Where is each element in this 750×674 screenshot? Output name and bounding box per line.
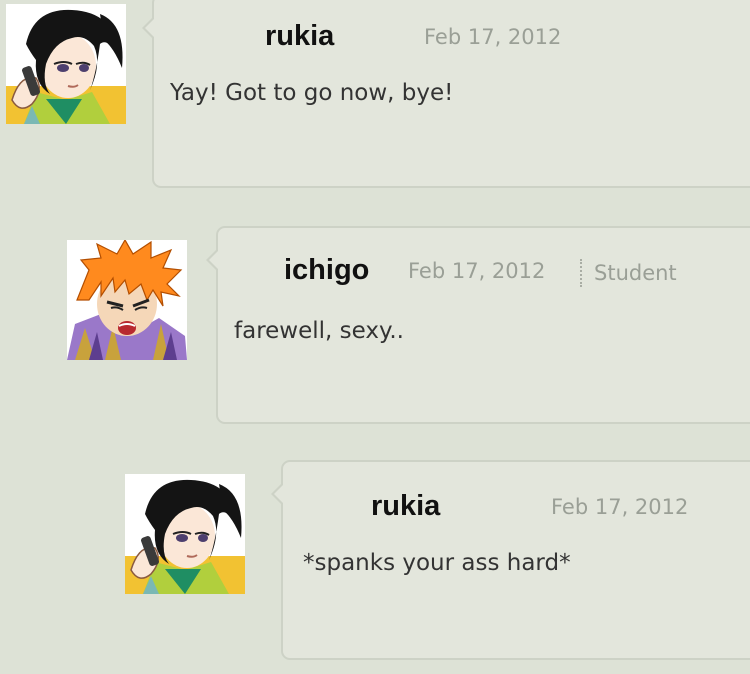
ichigo-avatar-image: [67, 240, 187, 360]
comment-bubble: rukia Feb 17, 2012 Yay! Got to go now, b…: [142, 0, 750, 188]
comment-date: Feb 17, 2012: [424, 25, 562, 49]
comment-message: farewell, sexy..: [234, 318, 404, 344]
rukia-avatar-image: [125, 474, 245, 594]
avatar[interactable]: [125, 474, 245, 594]
comment-date: Feb 17, 2012: [408, 259, 546, 283]
username[interactable]: rukia: [371, 490, 440, 523]
username[interactable]: ichigo: [284, 254, 369, 287]
comment-message: Yay! Got to go now, bye!: [170, 80, 454, 106]
user-role: Student: [580, 259, 677, 287]
comment-message: *spanks your ass hard*: [303, 550, 571, 576]
comment-bubble: ichigo Feb 17, 2012 Student farewell, se…: [206, 226, 750, 424]
rukia-avatar-image: [6, 4, 126, 124]
avatar[interactable]: [67, 240, 187, 360]
username[interactable]: rukia: [265, 20, 334, 53]
avatar[interactable]: [6, 4, 126, 124]
comment-date: Feb 17, 2012: [551, 495, 689, 519]
comment-bubble: rukia Feb 17, 2012 *spanks your ass hard…: [271, 460, 750, 660]
